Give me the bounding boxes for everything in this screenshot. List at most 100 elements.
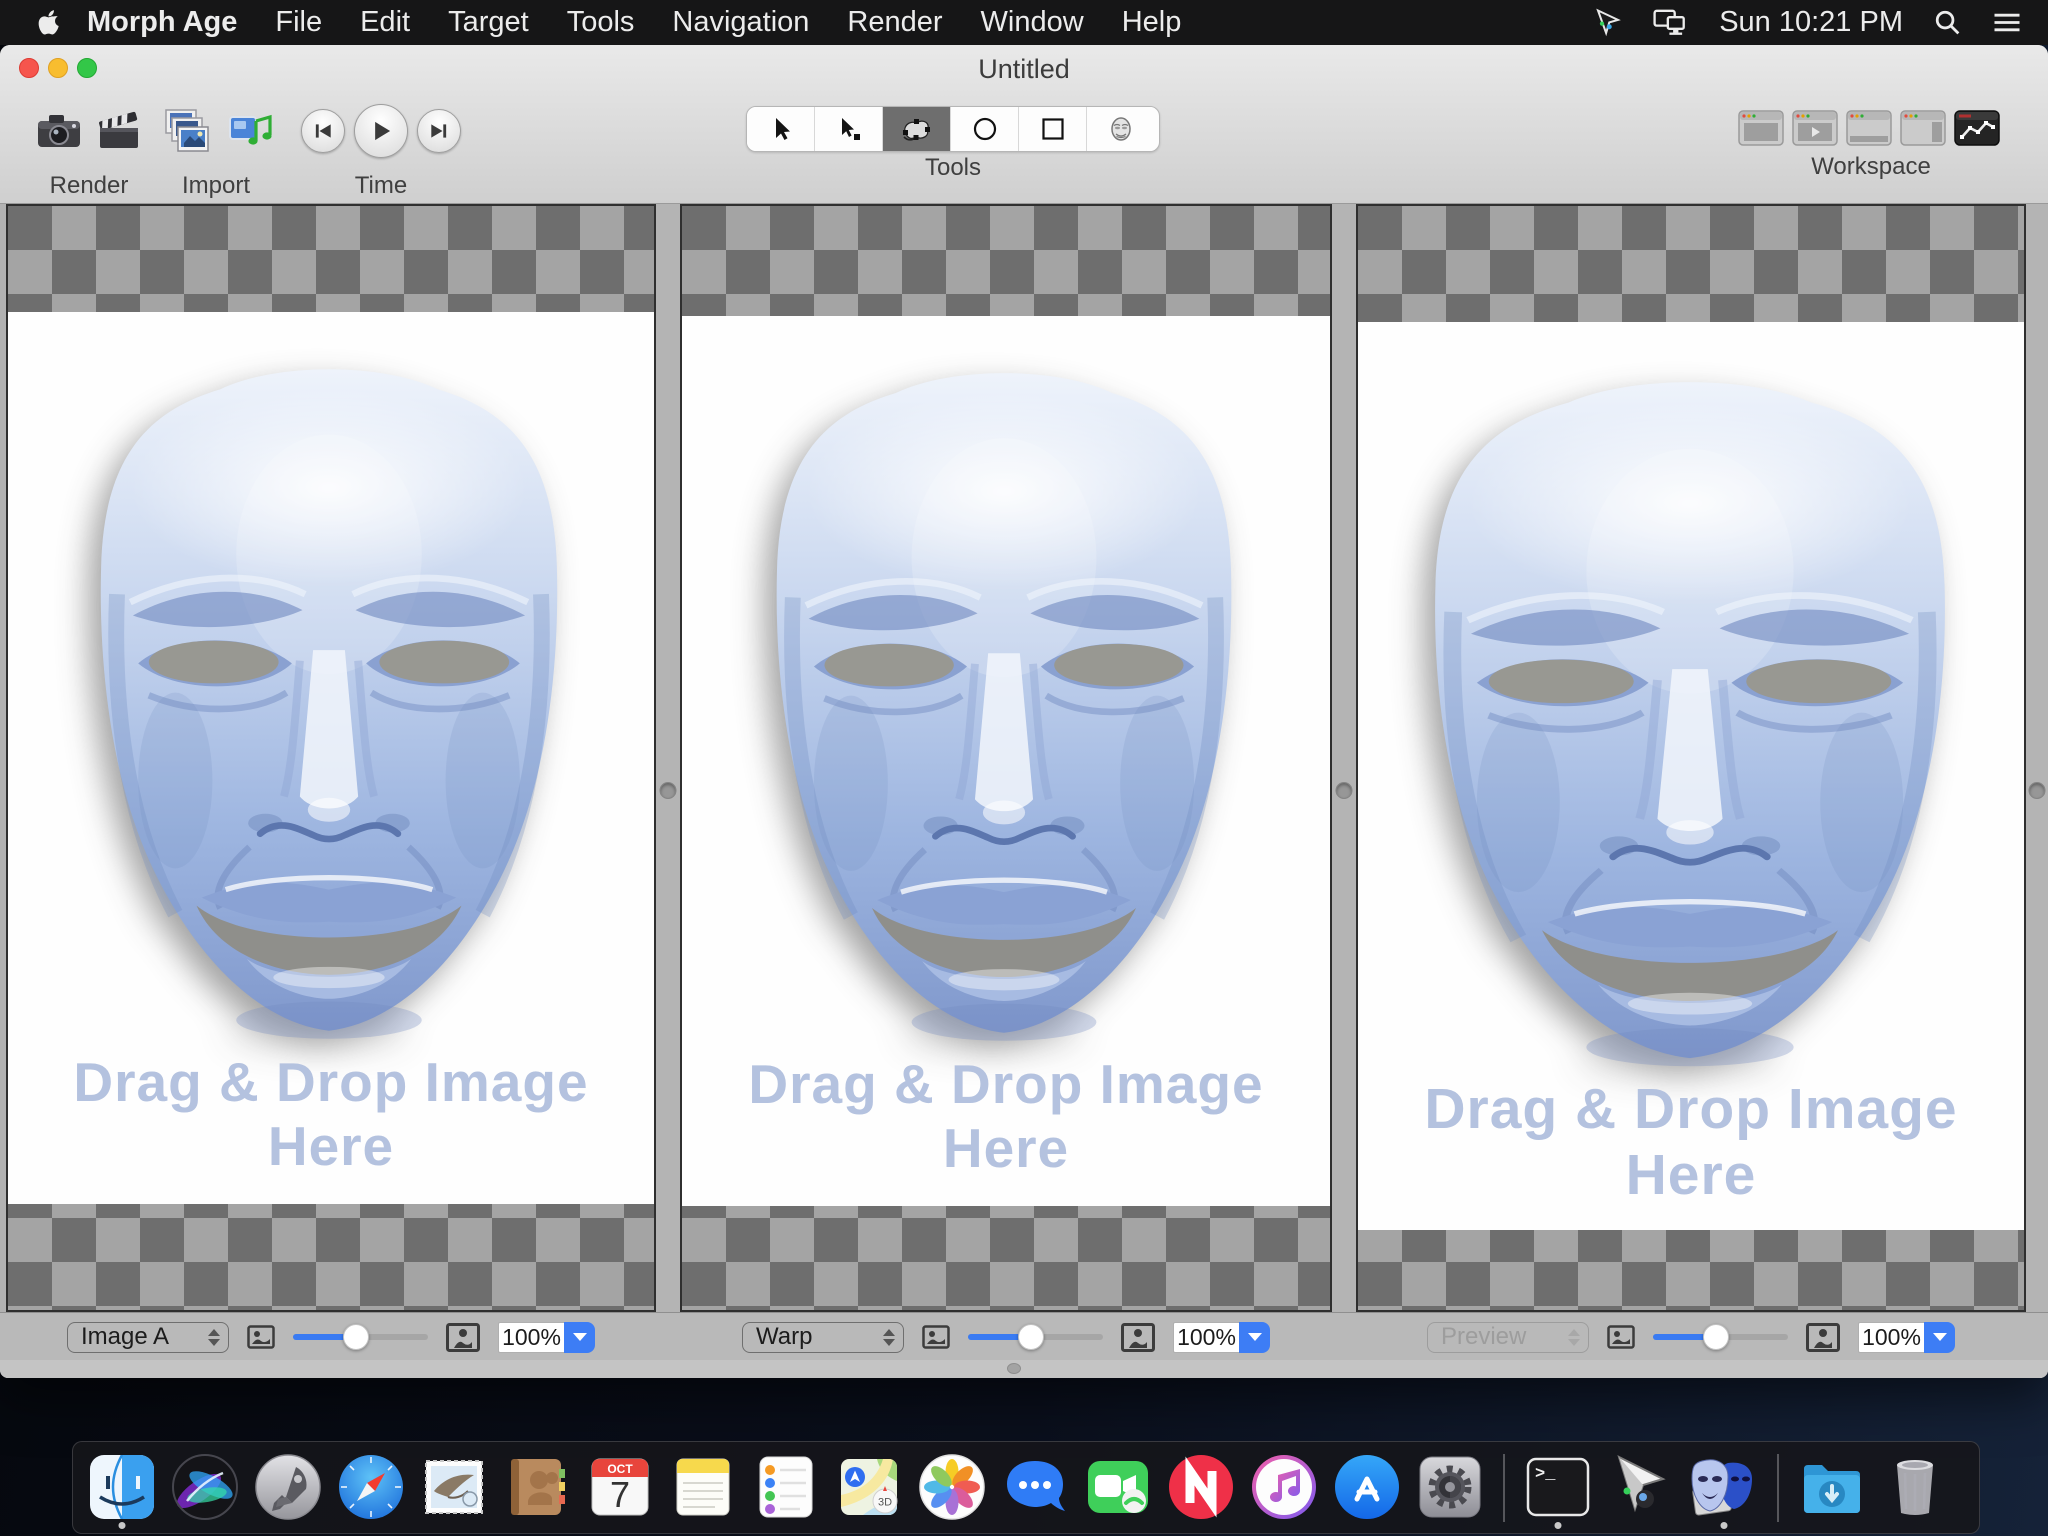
opacity-slider[interactable] [968,1324,1103,1350]
menu-item-window[interactable]: Window [981,6,1084,39]
preview-panel: Drag & Drop Image Here [1356,204,2026,1312]
window-bottom-bar [0,1360,2048,1378]
dock-item-system-preferences[interactable] [1413,1446,1487,1530]
pointer-status-icon[interactable] [1593,8,1623,38]
menu-clock[interactable]: Sun 10:21 PM [1719,6,1903,39]
dock-separator [1503,1454,1505,1522]
bottom-divider-handle-icon[interactable] [1007,1363,1021,1374]
dock-item-downloads[interactable] [1795,1446,1869,1530]
mask-face-image [1394,340,1986,1088]
play-button[interactable] [354,104,408,158]
warp-shape-tool[interactable] [883,107,951,151]
dock-item-facetime[interactable] [1081,1446,1155,1530]
dock-item-pointer-app[interactable] [1604,1446,1678,1530]
menu-item-edit[interactable]: Edit [360,6,410,39]
dock-item-mail[interactable] [417,1446,491,1530]
menu-item-navigation[interactable]: Navigation [672,6,809,39]
small-image-icon[interactable] [922,1325,950,1349]
import-media-icon[interactable] [226,109,274,153]
dock-item-terminal[interactable]: >_ [1521,1446,1595,1530]
search-icon[interactable] [1933,8,1962,37]
slider-thumb[interactable] [1703,1324,1729,1350]
dock-item-launchpad[interactable] [251,1446,325,1530]
dock-item-messages[interactable] [998,1446,1072,1530]
zoom-dropdown-button[interactable] [1924,1322,1955,1353]
panel-controls-bar: Image A 100% Warp [0,1312,2048,1360]
drag-drop-hint: Drag & Drop Image Here [682,1052,1330,1180]
window-title: Untitled [0,54,2048,85]
panel-divider-3[interactable] [2026,204,2048,1312]
opacity-slider[interactable] [293,1324,428,1350]
dock-item-news[interactable] [1164,1446,1238,1530]
select-cursor-tool[interactable] [747,107,815,151]
direct-select-cursor-tool[interactable] [815,107,883,151]
small-image-icon[interactable] [1607,1325,1635,1349]
popup-value: Warp [756,1323,883,1351]
small-image-icon[interactable] [247,1325,275,1349]
panel-divider-2[interactable] [1332,204,1356,1312]
divider-handle-icon [2029,782,2046,799]
workspace-player-view-icon[interactable] [1792,110,1838,151]
dock-item-itunes[interactable] [1247,1446,1321,1530]
toolbar-group-tools: Tools [746,92,1160,202]
menu-item-tools[interactable]: Tools [567,6,635,39]
calendar-day-label: 7 [610,1474,630,1515]
warp-source-popup[interactable]: Warp [742,1322,904,1353]
dock-item-calendar[interactable]: OCT7 [583,1446,657,1530]
large-image-icon[interactable] [1121,1323,1155,1352]
workspace-inspector-view-icon[interactable] [1900,110,1946,151]
preview-source-popup: Preview [1427,1322,1589,1353]
menu-item-target[interactable]: Target [448,6,529,39]
image-a-canvas[interactable]: Drag & Drop Image Here [8,312,654,1204]
dock-item-notes[interactable] [666,1446,740,1530]
rectangle-shape-tool[interactable] [1019,107,1087,151]
dock-item-app-store[interactable] [1330,1446,1404,1530]
apple-menu-icon[interactable] [28,8,87,37]
dock-item-photos[interactable] [915,1446,989,1530]
menu-item-help[interactable]: Help [1122,6,1182,39]
workspace-curves-editor-icon[interactable] [1954,110,2000,151]
menu-bar: Morph Age File Edit Target Tools Navigat… [0,0,2048,45]
drag-drop-hint: Drag & Drop Image Here [1358,1076,2024,1208]
oval-shape-tool[interactable] [951,107,1019,151]
camera-icon[interactable] [36,111,82,151]
dock-item-finder[interactable] [85,1446,159,1530]
opacity-slider[interactable] [1653,1324,1788,1350]
zoom-dropdown-button[interactable] [564,1322,595,1353]
zoom-value-field[interactable]: 100% [1858,1322,1924,1353]
face-detect-tool[interactable] [1087,107,1155,151]
clapperboard-icon[interactable] [98,110,142,152]
preview-canvas[interactable]: Drag & Drop Image Here [1358,322,2024,1230]
workspace-timeline-view-icon[interactable] [1846,110,1892,151]
menu-item-file[interactable]: File [275,6,322,39]
import-images-icon[interactable] [158,108,210,154]
displays-status-icon[interactable] [1653,9,1689,37]
menu-app-name[interactable]: Morph Age [87,6,237,39]
skip-back-button[interactable] [301,109,345,153]
dock-item-contacts[interactable] [500,1446,574,1530]
slider-thumb[interactable] [1018,1324,1044,1350]
image-a-source-popup[interactable]: Image A [67,1322,229,1353]
zoom-value-field[interactable]: 100% [498,1322,564,1353]
menu-list-icon[interactable] [1992,10,2022,35]
dock-item-morph-age[interactable] [1687,1446,1761,1530]
dock-item-siri[interactable] [168,1446,242,1530]
skip-forward-button[interactable] [417,109,461,153]
slider-thumb[interactable] [343,1324,369,1350]
zoom-dropdown-button[interactable] [1239,1322,1270,1353]
workspace-single-view-icon[interactable] [1738,110,1784,151]
dock-item-trash[interactable] [1878,1446,1952,1530]
menu-item-render[interactable]: Render [847,6,942,39]
warp-canvas[interactable]: Drag & Drop Image Here [682,316,1330,1206]
large-image-icon[interactable] [1806,1323,1840,1352]
dock-item-safari[interactable] [334,1446,408,1530]
dock-item-reminders[interactable] [749,1446,823,1530]
large-image-icon[interactable] [446,1323,480,1352]
panel-divider-1[interactable] [656,204,680,1312]
menu-bar-left: Morph Age File Edit Target Tools Navigat… [0,6,1219,39]
terminal-prompt-glyph: >_ [1535,1465,1556,1484]
divider-handle-icon [660,782,677,799]
popup-chevrons-icon [208,1329,220,1346]
zoom-value-field[interactable]: 100% [1173,1322,1239,1353]
dock-item-maps[interactable]: 3D [832,1446,906,1530]
